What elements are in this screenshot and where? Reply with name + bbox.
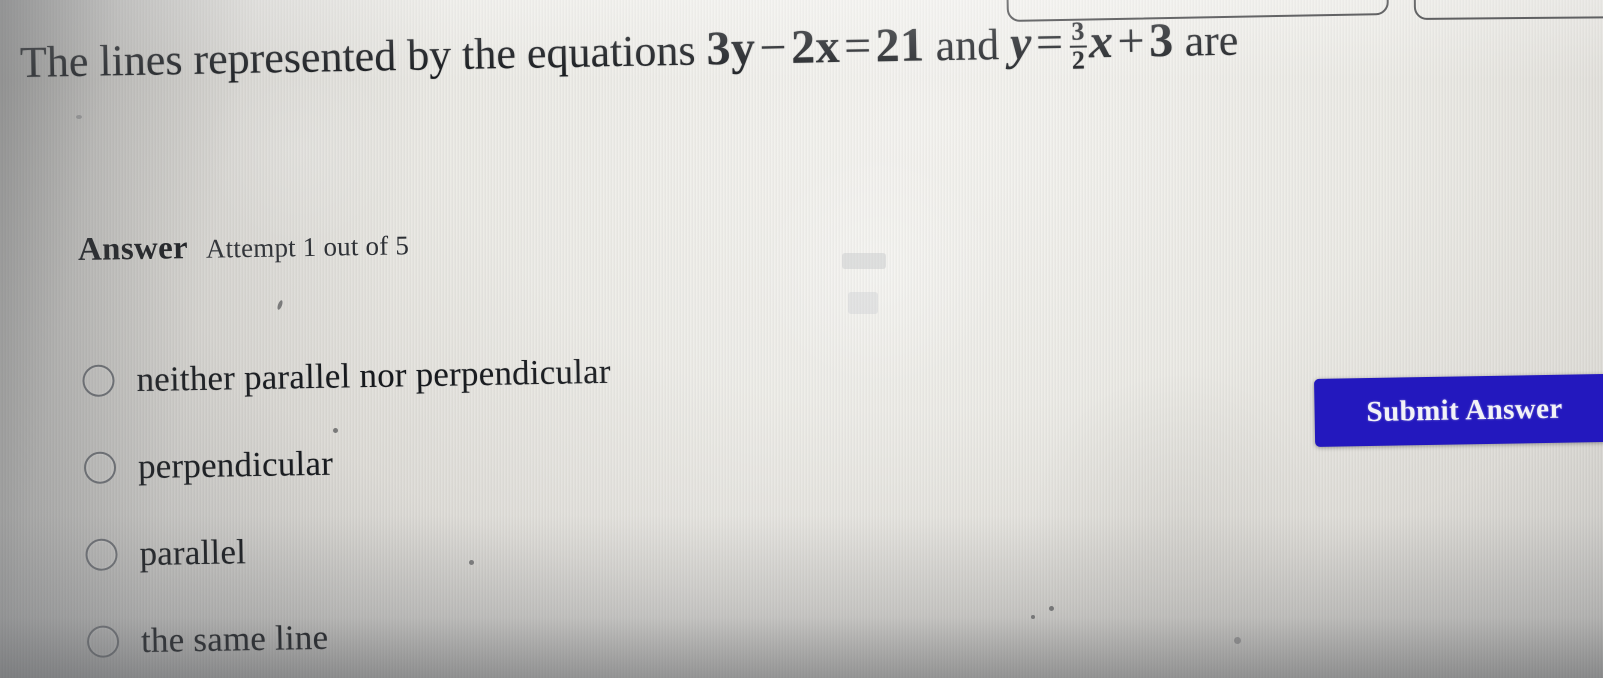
answer-header: Answer Attempt 1 out of 5 [78, 226, 410, 269]
attempt-counter: Attempt 1 out of 5 [205, 230, 410, 264]
dust-speck [1234, 637, 1241, 644]
coefficient-3: 3y [706, 21, 756, 76]
submit-answer-label: Submit Answer [1366, 392, 1563, 428]
question-conjunction: and [924, 19, 1011, 71]
option-label: neither parallel nor perpendicular [136, 351, 611, 400]
radio-button-icon[interactable] [82, 364, 115, 397]
equals-operator-2: = [1035, 15, 1065, 70]
quiz-screenshot: The lines represented by the equations 3… [0, 0, 1603, 678]
constant-21: 21 [875, 18, 926, 73]
answer-options-list: neither parallel nor perpendicular perpe… [82, 336, 988, 678]
equation-two: y= 3 2 x+3 [1009, 13, 1175, 75]
fraction-denominator: 2 [1069, 45, 1088, 75]
option-label: the same line [140, 617, 329, 661]
option-the-same-line[interactable]: the same line [86, 597, 988, 671]
dust-speck [333, 428, 338, 433]
faint-screen-artifact [842, 253, 886, 269]
dust-speck [1031, 615, 1035, 619]
dust-speck [469, 560, 474, 565]
radio-button-icon[interactable] [86, 625, 120, 658]
option-label: parallel [139, 532, 247, 574]
constant-3: 3 [1148, 13, 1175, 68]
faint-screen-artifact [848, 292, 878, 314]
variable-x: x [1088, 14, 1114, 69]
equals-operator: = [843, 19, 873, 73]
option-label: perpendicular [137, 443, 334, 487]
term-2x: 2x [790, 19, 841, 74]
option-perpendicular[interactable]: perpendicular [83, 423, 985, 497]
question-suffix: are [1173, 15, 1239, 66]
variable-y: y [1009, 16, 1033, 70]
dust-speck [76, 115, 82, 119]
submit-answer-button[interactable]: Submit Answer [1314, 373, 1603, 447]
dust-speck [1049, 606, 1054, 611]
minus-operator: − [759, 20, 788, 75]
question-prefix: The lines represented by the equations [19, 25, 707, 87]
equation-one: 3y−2x=21 [706, 18, 925, 75]
radio-button-icon[interactable] [85, 538, 118, 571]
plus-operator: + [1117, 14, 1146, 68]
radio-button-icon[interactable] [83, 451, 117, 484]
answer-label: Answer [77, 230, 189, 268]
fraction-numerator: 3 [1071, 16, 1086, 47]
option-parallel[interactable]: parallel [85, 510, 986, 584]
fraction-three-halves: 32 [1069, 16, 1088, 75]
